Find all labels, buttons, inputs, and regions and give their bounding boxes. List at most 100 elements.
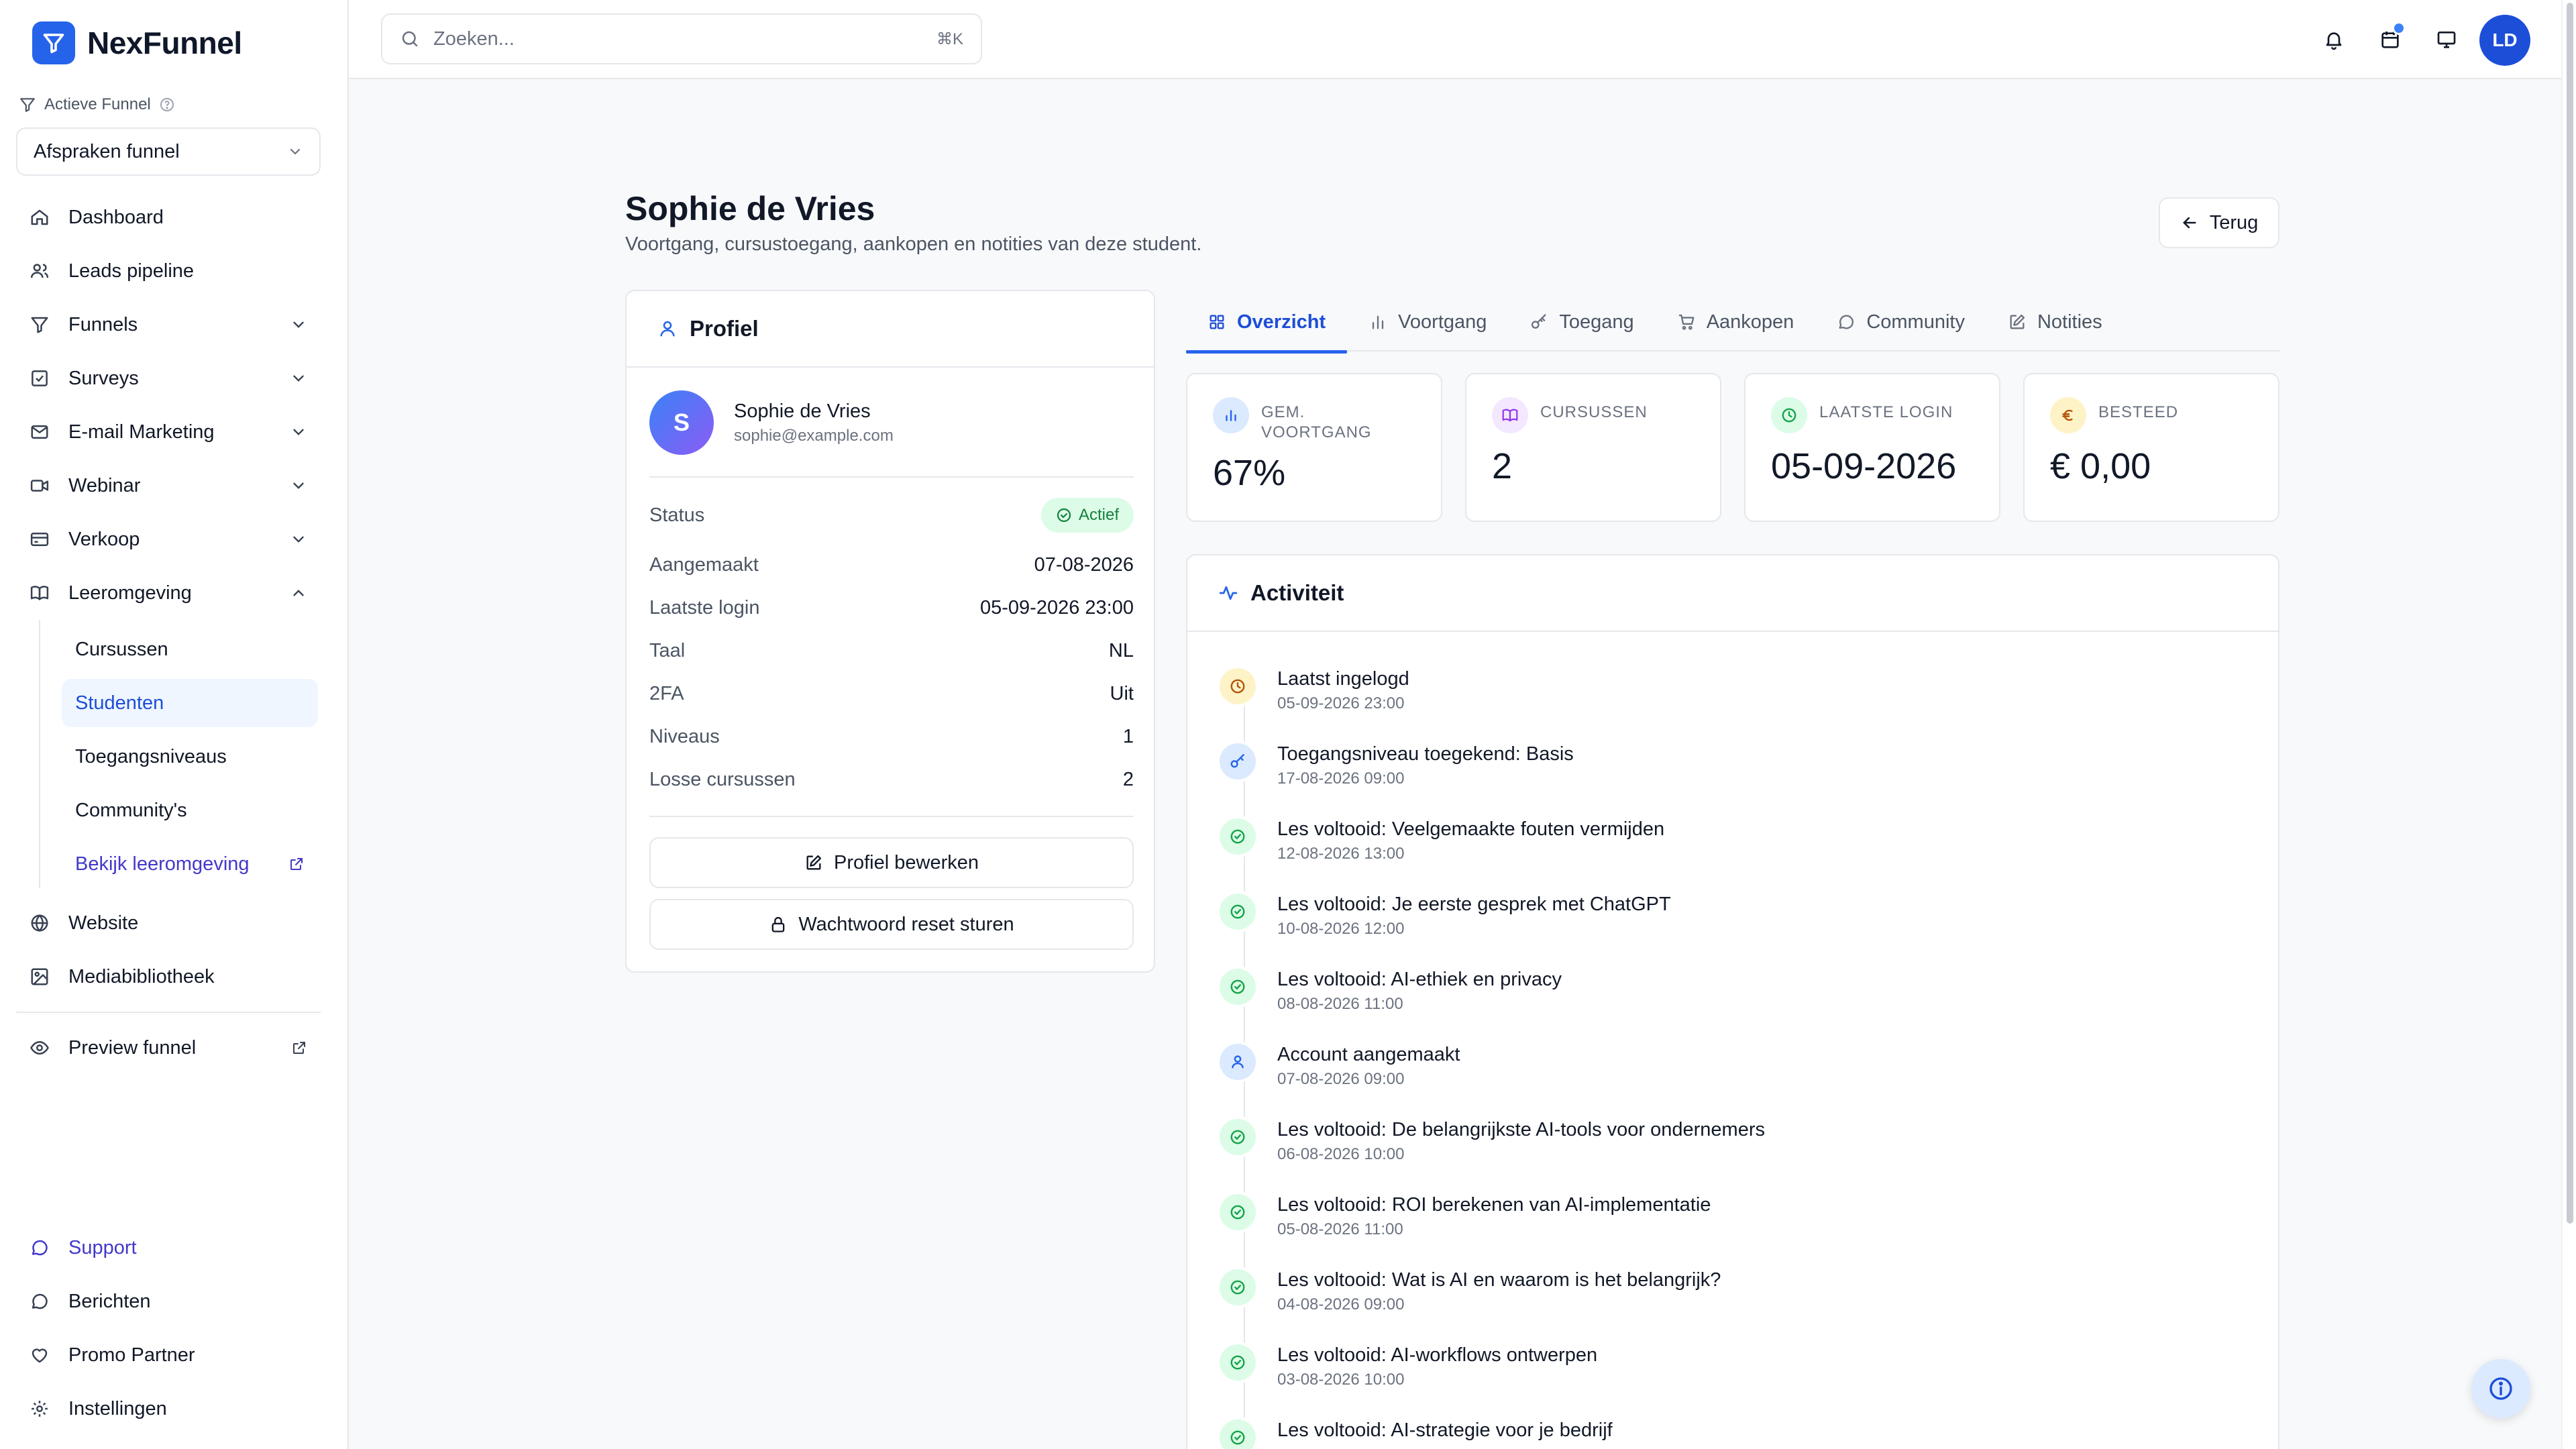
funnel-icon [30,315,50,335]
status-value: Actief [1078,506,1119,524]
stat-label: CURSUSSEN [1540,403,1648,421]
activity-text: Les voltooid: ROI berekenen van AI-imple… [1277,1191,1711,1239]
video-icon [30,476,50,496]
tab-overzicht[interactable]: Overzicht [1186,292,1348,354]
nav-label: Mediabibliotheek [68,965,215,987]
nav-label: E-mail Marketing [68,421,215,443]
app-logo[interactable]: NexFunnel [32,21,242,64]
nav-mediabibliotheek[interactable]: Mediabibliotheek [16,953,321,1001]
tab-voortgang[interactable]: Voortgang [1347,292,1508,352]
user-avatar[interactable]: LD [2479,15,2530,66]
activity-item: Les voltooid: De belangrijkste AI-tools … [1217,1116,1765,1164]
book-icon [1492,397,1528,433]
activity-title: Les voltooid: Veelgemaakte fouten vermij… [1277,818,1665,840]
nav-preview-funnel[interactable]: Preview funnel [16,1024,321,1072]
sidebar-divider [16,1012,321,1013]
nav-berichten[interactable]: Berichten [16,1277,321,1326]
nav-label: Leads pipeline [68,260,195,282]
notification-dot [2392,21,2406,35]
chevron-down-icon [287,144,303,160]
nav-leeromgeving[interactable]: Leeromgeving [16,569,321,617]
tab-label: Voortgang [1398,311,1487,333]
activity-item: Les voltooid: Veelgemaakte fouten vermij… [1217,816,1664,863]
activity-title: Les voltooid: AI-workflows ontwerpen [1277,1344,1598,1366]
password-reset-button[interactable]: Wachtwoord reset sturen [649,899,1134,950]
activity-date: 12-08-2026 13:00 [1277,845,1405,863]
calendar-icon[interactable] [2373,21,2407,56]
activity-item: Les voltooid: AI-strategie voor je bedri… [1217,1417,1613,1449]
stat-card-besteed: BESTEED € 0,00 [2023,373,2279,522]
back-label: Terug [2209,211,2259,233]
monitor-icon[interactable] [2430,23,2463,56]
status-label: Status [649,504,705,526]
bar-chart-icon [1213,397,1249,433]
detail-key: Taal [649,640,686,661]
tab-aankopen[interactable]: Aankopen [1656,292,1816,352]
nav-label: Preview funnel [68,1036,197,1059]
activity-item: Toegangsniveau toegekend: Basis 17-08-202… [1217,741,1574,788]
nav-leads-pipeline[interactable]: Leads pipeline [16,247,321,295]
tab-toegang[interactable]: Toegang [1508,292,1655,352]
nav-promo-partner[interactable]: Promo Partner [16,1331,321,1379]
detail-row: Taal NL [649,640,1134,662]
nav-email-marketing[interactable]: E-mail Marketing [16,408,321,456]
nav-dashboard[interactable]: Dashboard [16,193,321,241]
activity-title: Les voltooid: ROI berekenen van AI-imple… [1277,1194,1711,1216]
heart-icon [30,1345,50,1365]
activity-text: Les voltooid: Je eerste gesprek met Chat… [1277,891,1671,938]
page-scrollbar[interactable] [2561,0,2576,1449]
divider [649,476,1134,478]
activity-text: Les voltooid: De belangrijkste AI-tools … [1277,1116,1765,1164]
submenu-guide-line [39,620,40,888]
nav-instellingen[interactable]: Instellingen [16,1385,321,1433]
help-icon[interactable] [159,97,175,113]
subnav-communities[interactable]: Community's [62,786,318,835]
bar-chart-icon [1368,313,1387,331]
nav-webinar[interactable]: Webinar [16,462,321,510]
chevron-down-icon [290,316,307,333]
subnav-bekijk-leeromgeving[interactable]: Bekijk leeromgeving [62,840,318,888]
activity-title: Les voltooid: Wat is AI en waarom is het… [1277,1269,1721,1291]
lock-icon [769,915,788,934]
info-button[interactable] [2471,1359,2530,1418]
euro-icon [2050,397,2086,433]
status-badge: Actief [1040,498,1134,533]
nav-label: Leeromgeving [68,582,192,604]
activity-item: Les voltooid: Wat is AI en waarom is het… [1217,1267,1721,1314]
nav-funnels[interactable]: Funnels [16,301,321,349]
activity-text: Les voltooid: AI-workflows ontwerpen 03-0… [1277,1342,1597,1389]
detail-value: 05-09-2026 23:00 [980,597,1134,619]
back-button[interactable]: Terug [2159,197,2279,248]
subnav-studenten[interactable]: Studenten [62,679,318,727]
edit-profile-button[interactable]: Profiel bewerken [649,837,1134,888]
tab-label: Toegang [1559,311,1634,333]
checkbox-icon [30,368,50,388]
detail-value: Uit [1110,683,1134,704]
check-circle-icon [1217,1267,1258,1308]
stat-header: CURSUSSEN [1492,397,1648,433]
search-shortcut: ⌘K [936,30,963,48]
edit-profile-label: Profiel bewerken [834,851,979,873]
key-icon [1529,313,1548,331]
tab-community[interactable]: Community [1815,292,1986,352]
nav-website[interactable]: Website [16,899,321,947]
stat-card-voortgang: GEM. VOORTGANG 67% [1186,373,1442,522]
nav-support[interactable]: Support [16,1224,321,1272]
activity-date: 10-08-2026 12:00 [1277,920,1405,938]
nav-label: Funnels [68,313,138,335]
detail-row: Aangemaakt 07-08-2026 [649,554,1134,576]
search-input[interactable]: Zoeken... ⌘K [381,13,982,64]
active-funnel-select[interactable]: Afspraken funnel [16,127,321,176]
subnav-toegangsniveaus[interactable]: Toegangsniveaus [62,733,318,781]
external-link-icon [291,1040,307,1056]
nav-surveys[interactable]: Surveys [16,354,321,402]
tab-notities[interactable]: Notities [1986,292,2124,352]
subnav-cursussen[interactable]: Cursussen [62,625,318,674]
bell-icon[interactable] [2317,23,2351,56]
scrollbar-thumb[interactable] [2567,3,2573,1224]
nav-verkoop[interactable]: Verkoop [16,515,321,564]
detail-key: Aangemaakt [649,554,759,576]
activity-text: Les voltooid: Veelgemaakte fouten vermij… [1277,816,1664,863]
profile-email: sophie@example.com [734,426,894,445]
key-icon [1217,741,1258,782]
